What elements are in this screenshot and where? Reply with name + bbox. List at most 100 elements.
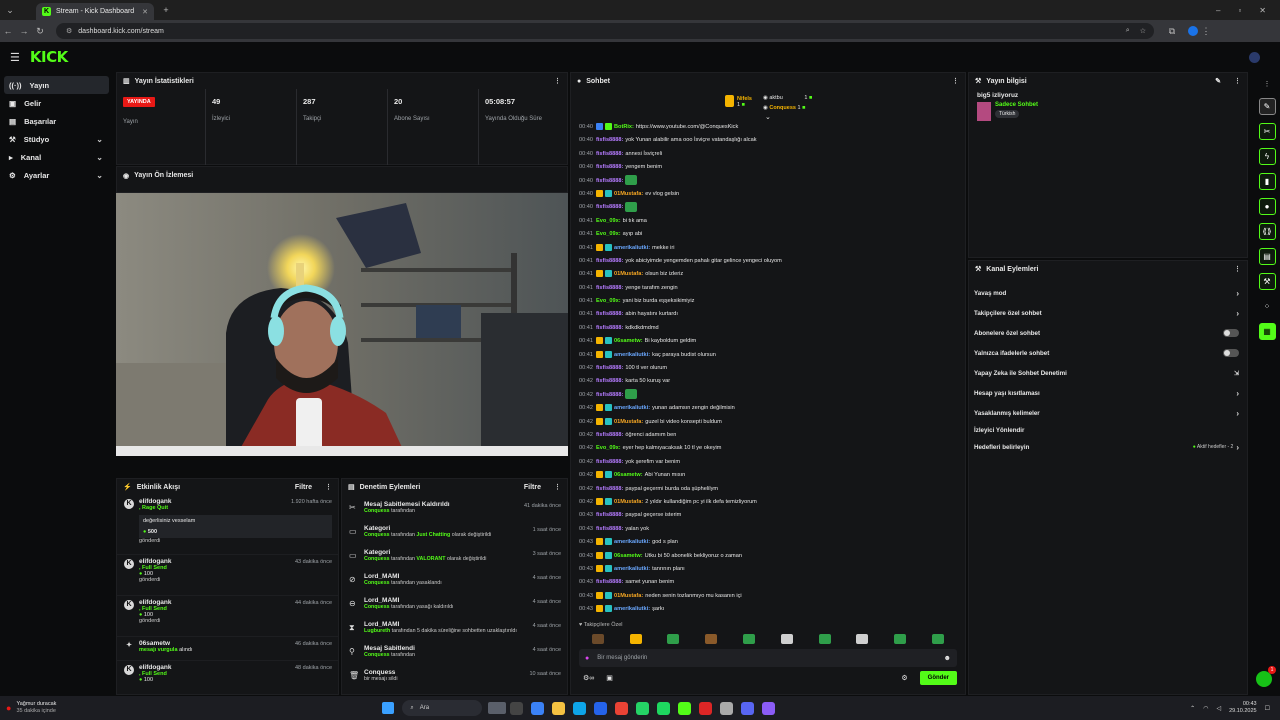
more-options-icon[interactable]: ⋮ xyxy=(1234,77,1241,85)
moderation-actor[interactable]: Conquess xyxy=(364,580,390,586)
chat-icon[interactable]: ● xyxy=(1258,198,1276,215)
chrome-icon[interactable] xyxy=(615,701,629,715)
action-banned-words[interactable]: Yasaklanmış kelimeler › xyxy=(969,403,1247,423)
gift-icon[interactable]: ▤ xyxy=(1258,248,1276,265)
chat-message[interactable]: 00:40 BotRix: https://www.youtube.com/@Con… xyxy=(571,121,965,134)
copilot-icon[interactable] xyxy=(531,701,545,715)
stream-preview-video[interactable] xyxy=(116,193,568,456)
chat-message[interactable]: 00:42 fisfis8888: yok şerefim var benim xyxy=(571,456,965,469)
emote-icon[interactable] xyxy=(705,634,718,644)
tab-list-icon[interactable]: ⌄ xyxy=(2,5,18,16)
chat-settings-icon[interactable]: ⚙∞ xyxy=(583,674,594,682)
browser-tab[interactable]: K Stream - Kick Dashboard ✕ xyxy=(36,3,154,20)
moderation-actor[interactable]: Conquess xyxy=(364,556,390,562)
chat-username[interactable]: amerikaliutki: xyxy=(614,352,650,358)
emote-icon[interactable] xyxy=(667,634,680,644)
chat-message[interactable]: 00:41 fisfis8888: abin hayatını kurtardı xyxy=(571,308,965,321)
chat-username[interactable]: fisfis8888: xyxy=(596,137,623,143)
category-name[interactable]: Sadece Sohbet xyxy=(995,102,1038,108)
new-tab-icon[interactable]: + xyxy=(158,5,174,15)
chat-message[interactable]: 00:41 fisfis8888: yok abiciyimde yengemden… xyxy=(571,255,965,268)
sidebar-item-kanal[interactable]: ▸ Kanal ⌄ xyxy=(4,148,109,166)
chat-username[interactable]: fisfis8888: xyxy=(596,285,623,291)
chat-username[interactable]: amerikaliutki: xyxy=(614,405,650,411)
chat-username[interactable]: fisfis8888: xyxy=(596,325,623,331)
chat-message[interactable]: 00:42 fisfis8888: xyxy=(571,389,965,402)
edit-layout-icon[interactable]: ✎ xyxy=(1258,98,1276,115)
action-ai-moderation[interactable]: Yapay Zeka ile Sohbet Denetimi ⇲ xyxy=(969,363,1247,383)
moderation-actor[interactable]: Conquess xyxy=(364,604,390,610)
weather-widget[interactable]: ● Yağmur duracak 35 dakika içinde xyxy=(6,701,56,715)
filter-button[interactable]: Filtre xyxy=(524,484,541,491)
more-options-icon[interactable]: ⋮ xyxy=(1234,265,1241,273)
whatsapp-icon[interactable] xyxy=(636,701,650,715)
volume-icon[interactable]: ◁ xyxy=(1216,705,1221,712)
kick-app-icon[interactable]: ▦ xyxy=(1258,323,1276,340)
more-options-icon[interactable]: ⋮ xyxy=(952,77,959,85)
chat-input[interactable]: ● Bir mesaj gönderin ☻ xyxy=(579,649,957,667)
chat-message[interactable]: 00:41 06sametw: Bi kayboldum geldim xyxy=(571,335,965,348)
extensions-icon[interactable]: ⧉ xyxy=(1164,26,1180,37)
action-followers-only[interactable]: Takipçilere özel sohbet › xyxy=(969,303,1247,323)
task-view-icon[interactable] xyxy=(510,701,524,715)
chat-username[interactable]: Evo_09x: xyxy=(596,445,621,451)
obs-icon[interactable] xyxy=(720,701,734,715)
chat-message[interactable]: 00:40 01Mustafa: ev vlog gelsin xyxy=(571,188,965,201)
chat-username[interactable]: BotRix: xyxy=(614,124,634,130)
emote-picker-icon[interactable]: ● xyxy=(585,655,589,662)
chat-message[interactable]: 00:42 fisfis8888: 100 tl ver olurum xyxy=(571,362,965,375)
chat-message[interactable]: 00:42 fisfis8888: paypal geçermi burda oda… xyxy=(571,483,965,496)
chat-message[interactable]: 00:41 Evo_09x: ayıp abi xyxy=(571,228,965,241)
forward-icon[interactable]: → xyxy=(16,26,32,36)
gear-icon[interactable]: ⚙ xyxy=(901,674,907,682)
chat-message[interactable]: 00:41 fisfis8888: kdkdkdmdmd xyxy=(571,322,965,335)
chat-message[interactable]: 00:41 01Mustafa: olsun biz izleriz xyxy=(571,268,965,281)
chat-message[interactable]: 00:41 amerikaliutki: mekke iri xyxy=(571,242,965,255)
more-options-icon[interactable]: ⋮ xyxy=(554,483,561,491)
maximize-icon[interactable]: ▫ xyxy=(1238,6,1241,15)
chat-message[interactable]: 00:43 amerikaliutki: god s plan xyxy=(571,536,965,549)
edit-pencil-icon[interactable]: ✎ xyxy=(1215,77,1221,85)
chat-message[interactable]: 00:42 amerikaliutki: yunan adamsın zengin … xyxy=(571,402,965,415)
chat-message[interactable]: 00:40 fisfis8888: annesi İsviçreli xyxy=(571,148,965,161)
moderation-actor[interactable]: Conquess xyxy=(364,508,390,514)
address-bar[interactable]: ⚙ dashboard.kick.com/stream ⌕ ☆ xyxy=(56,23,1154,39)
site-info-icon[interactable]: ⚙ xyxy=(66,27,72,35)
emote-icon[interactable] xyxy=(591,634,604,644)
sidebar-item-basarilar[interactable]: ▤ Başarılar xyxy=(4,112,109,130)
edge-icon[interactable] xyxy=(573,701,587,715)
action-account-age[interactable]: Hesap yaşı kısıtlaması › xyxy=(969,383,1247,403)
app-icon[interactable] xyxy=(762,701,776,715)
profile-avatar[interactable] xyxy=(1188,26,1198,36)
windows-start-icon[interactable] xyxy=(382,702,395,714)
chat-message[interactable]: 00:42 06sametw: Abi Yunan mısın xyxy=(571,469,965,482)
browser-menu-icon[interactable]: ⋮ xyxy=(1198,26,1214,37)
moderation-actor[interactable]: Conquess xyxy=(364,652,390,658)
chat-message[interactable]: 00:43 fisfis8888: yalan yok xyxy=(571,523,965,536)
chat-username[interactable]: 01Mustafa: xyxy=(614,191,643,197)
document-icon[interactable]: ▮ xyxy=(1258,173,1276,190)
chat-username[interactable]: amerikaliutki: xyxy=(614,566,650,572)
chat-username[interactable]: 06sametw: xyxy=(614,553,643,559)
user-avatar[interactable] xyxy=(1249,51,1260,63)
action-slow-mode[interactable]: Yavaş mod › xyxy=(969,283,1247,303)
store-icon[interactable] xyxy=(594,701,608,715)
chat-username[interactable]: fisfis8888: xyxy=(596,365,623,371)
chat-username[interactable]: fisfis8888: xyxy=(596,579,623,585)
chat-username[interactable]: 06sametw: xyxy=(614,338,643,344)
chat-username[interactable]: 01Mustafa: xyxy=(614,499,643,505)
chat-username[interactable]: fisfis8888: xyxy=(596,392,623,398)
widgets-icon[interactable] xyxy=(488,702,507,714)
back-icon[interactable]: ← xyxy=(0,26,16,36)
emote-icon[interactable] xyxy=(629,634,642,644)
chat-message[interactable]: 00:41 fisfis8888: yenge tarafım zengin xyxy=(571,282,965,295)
chat-message[interactable]: 00:41 Evo_09x: bi tık ama xyxy=(571,215,965,228)
leader-name[interactable]: Conquess xyxy=(769,105,796,111)
chat-message[interactable]: 00:42 fisfis8888: karta 50 kuruş var xyxy=(571,375,965,388)
chat-username[interactable]: Evo_09x: xyxy=(596,231,621,237)
reload-icon[interactable]: ↻ xyxy=(32,26,48,37)
chat-message[interactable]: 00:40 fisfis8888: yok Yunan alabilir ama o… xyxy=(571,134,965,147)
lightning-icon[interactable]: ϟ xyxy=(1258,148,1276,165)
chat-message[interactable]: 00:43 06sametw: Utku bi 50 abonelik bekliy… xyxy=(571,550,965,563)
smiley-icon[interactable]: ☻ xyxy=(944,655,951,662)
